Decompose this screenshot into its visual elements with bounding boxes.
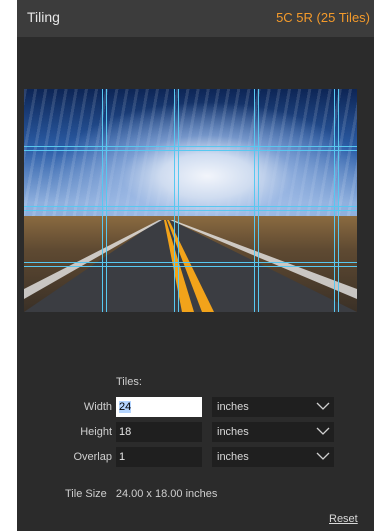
grid-line-vertical	[258, 89, 259, 312]
grid-line-horizontal	[24, 210, 357, 211]
height-row: Height 18 inches	[17, 421, 374, 443]
grid-summary: 5C 5R (25 Tiles)	[276, 10, 370, 25]
chevron-down-icon	[316, 452, 330, 460]
chevron-down-icon	[316, 402, 330, 410]
tiling-panel: Tiling 5C 5R (25 Tiles) Tiles: Width 24	[17, 0, 374, 531]
grid-line-horizontal	[24, 146, 357, 147]
grid-line-horizontal	[24, 262, 357, 263]
reset-link[interactable]: Reset	[329, 513, 358, 525]
tiling-preview-image	[24, 89, 357, 312]
overlap-row: Overlap 1 inches	[17, 446, 374, 468]
chevron-down-icon	[316, 427, 330, 435]
grid-line-vertical	[338, 89, 339, 312]
overlap-input[interactable]: 1	[116, 447, 202, 467]
height-unit-value: inches	[217, 426, 249, 438]
grid-line-horizontal	[24, 150, 357, 151]
tiles-label: Tiles:	[116, 376, 142, 388]
panel-header: Tiling 5C 5R (25 Tiles)	[17, 0, 374, 37]
overlap-unit-select[interactable]: inches	[212, 447, 334, 467]
width-row: Width 24 inches	[17, 396, 374, 418]
overlap-label: Overlap	[73, 451, 112, 463]
tile-size-readout: Tile Size 24.00 x 18.00 inches	[65, 488, 217, 500]
tile-size-label: Tile Size	[65, 488, 107, 500]
width-label: Width	[83, 401, 112, 413]
overlap-unit-value: inches	[217, 451, 249, 463]
panel-title: Tiling	[27, 9, 60, 25]
height-input[interactable]: 18	[116, 422, 202, 442]
grid-line-vertical	[174, 89, 175, 312]
width-input[interactable]: 24	[116, 397, 202, 417]
grid-line-vertical	[334, 89, 335, 312]
grid-line-horizontal	[24, 206, 357, 207]
tile-size-value: 24.00 x 18.00 inches	[115, 488, 218, 500]
width-unit-select[interactable]: inches	[212, 397, 334, 417]
grid-line-vertical	[254, 89, 255, 312]
grid-line-vertical	[102, 89, 103, 312]
grid-line-vertical	[106, 89, 107, 312]
width-unit-value: inches	[217, 401, 249, 413]
grid-line-vertical	[178, 89, 179, 312]
road-graphic	[24, 220, 357, 312]
grid-line-horizontal	[24, 266, 357, 267]
height-unit-select[interactable]: inches	[212, 422, 334, 442]
height-label: Height	[80, 426, 112, 438]
